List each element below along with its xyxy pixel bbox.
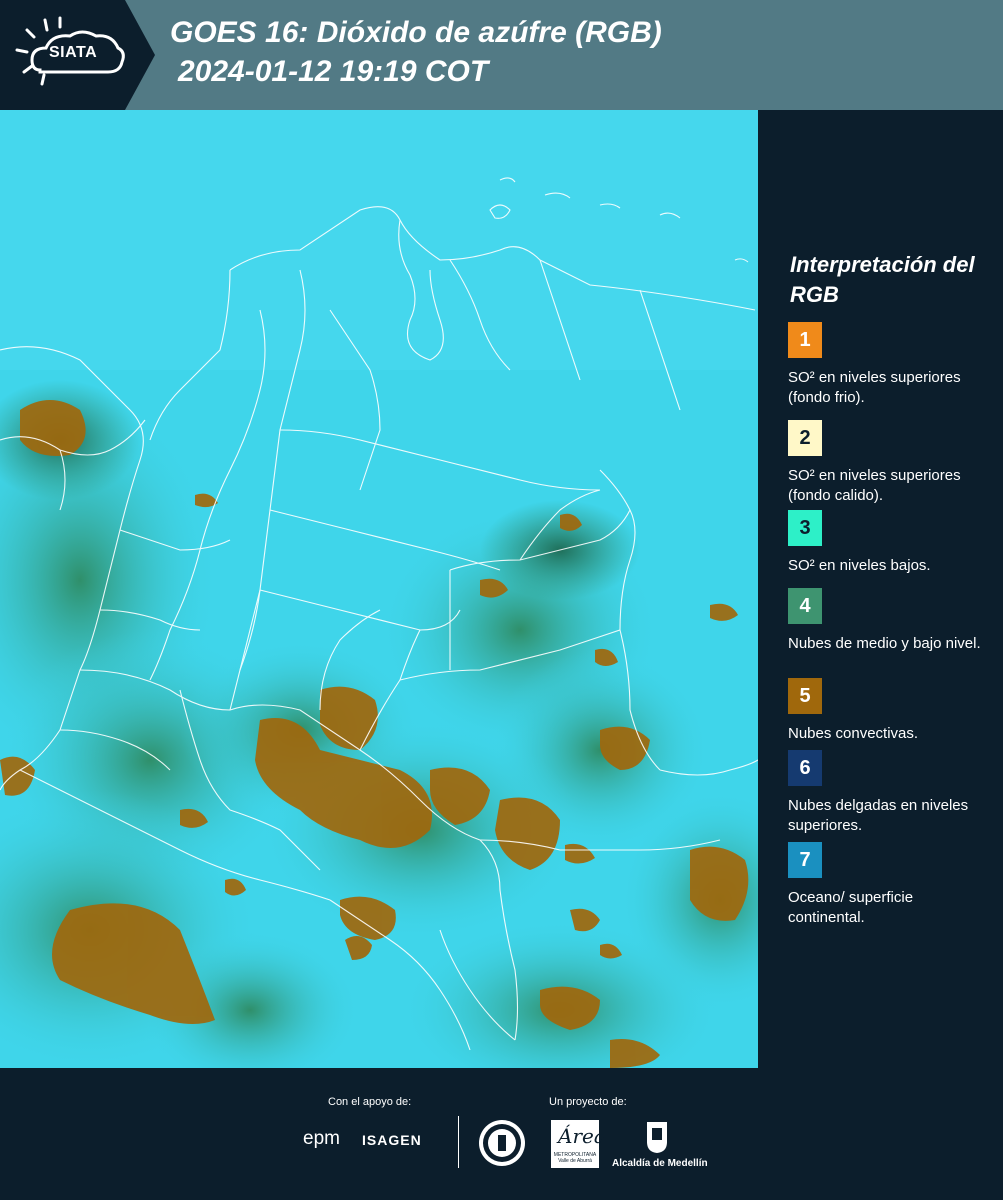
legend-swatch: 2 xyxy=(788,420,822,456)
footer: Con el apoyo de: Un proyecto de: epm ISA… xyxy=(0,1068,1003,1200)
legend-title: Interpretación del RGB xyxy=(790,252,975,307)
logo-text: SIATA xyxy=(49,44,98,61)
page-subtitle-datetime: 2024-01-12 19:19 COT xyxy=(178,55,489,88)
legend-swatch: 7 xyxy=(788,842,822,878)
legend-label: Nubes delgadas en niveles superiores. xyxy=(788,797,969,834)
project-label: Un proyecto de: xyxy=(549,1096,627,1108)
alcaldia-emblem-icon xyxy=(645,1120,669,1154)
header-bar: SIATA GOES 16: Dióxido de azúfre (RGB) 2… xyxy=(0,0,1003,110)
area-script-text: Área xyxy=(558,1124,606,1148)
legend-label: SO² en niveles superiores (fondo frio). xyxy=(788,369,961,406)
legend-item-6: 6 Nubes delgadas en niveles superiores. xyxy=(788,750,993,836)
legend-label: SO² en niveles bajos. xyxy=(788,557,931,574)
legend-swatch: 1 xyxy=(788,322,822,358)
legend-swatch: 6 xyxy=(788,750,822,786)
area-subtitle: METROPOLITANA Valle de Aburrá xyxy=(553,1152,597,1164)
legend-label: Nubes convectivas. xyxy=(788,725,919,742)
legend-item-3: 3 SO² en niveles bajos. xyxy=(788,510,993,576)
legend-item-7: 7 Oceano/ superficie continental. xyxy=(788,842,993,928)
legend-swatch: 3 xyxy=(788,510,822,546)
legend-swatch: 5 xyxy=(788,678,822,714)
page-title: GOES 16: Dióxido de azúfre (RGB) xyxy=(170,16,662,49)
satellite-image xyxy=(0,110,758,1068)
legend-item-5: 5 Nubes convectivas. xyxy=(788,678,993,744)
legend-label: Nubes de medio y bajo nivel. xyxy=(788,635,981,652)
footer-divider xyxy=(458,1116,459,1168)
legend-swatch: 4 xyxy=(788,588,822,624)
siata-logo: SIATA xyxy=(0,0,155,110)
isagen-logo: ISAGEN xyxy=(362,1132,422,1148)
support-label: Con el apoyo de: xyxy=(328,1096,412,1108)
legend-panel: Interpretación del RGB 1 SO² en niveles s… xyxy=(758,110,1003,1068)
epm-logo: epm xyxy=(303,1128,340,1149)
legend-item-4: 4 Nubes de medio y bajo nivel. xyxy=(788,588,993,654)
legend-item-2: 2 SO² en niveles superiores (fondo calido… xyxy=(788,420,993,506)
legend-item-1: 1 SO² en niveles superiores (fondo frio). xyxy=(788,322,993,408)
legend-label: SO² en niveles superiores (fondo calido)… xyxy=(788,467,961,504)
medellin-seal-icon xyxy=(477,1118,527,1173)
legend-label: Oceano/ superficie continental. xyxy=(788,889,914,926)
alcaldia-label: Alcaldía de Medellín xyxy=(612,1158,708,1169)
